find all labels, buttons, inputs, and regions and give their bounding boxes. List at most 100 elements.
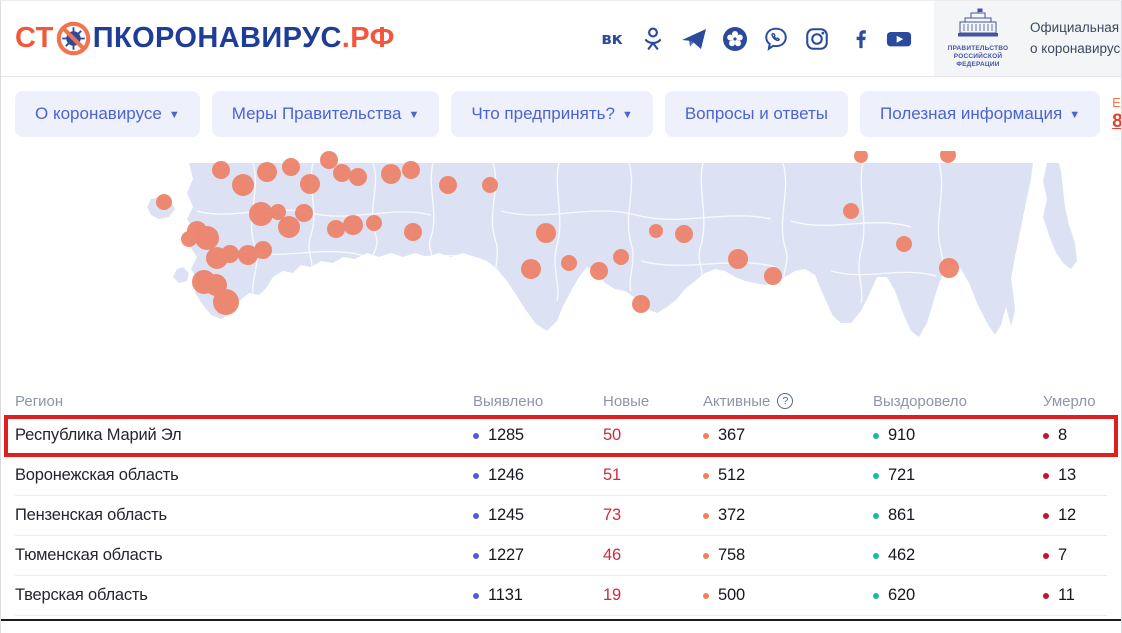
col-header-active: Активные ?	[691, 393, 861, 410]
region-name: Республика Марий Эл	[15, 426, 461, 445]
active-cell: 372	[691, 506, 861, 525]
confirmed-cell: 1285	[461, 426, 591, 445]
confirmed-dot-icon	[473, 433, 479, 439]
col-header-confirmed: Выявлено	[461, 393, 591, 410]
svg-text:вк: вк	[601, 29, 622, 48]
died-dot-icon	[1043, 433, 1049, 439]
table-row[interactable]: Воронежская область 1246 51 512 721 13	[15, 456, 1107, 496]
new-cell: 51	[591, 466, 691, 485]
active-dot-icon	[703, 553, 709, 559]
died-dot-icon	[1043, 473, 1049, 479]
col-header-new: Новые	[591, 393, 691, 410]
region-name: Тюменская область	[15, 546, 461, 565]
active-help-icon[interactable]: ?	[777, 393, 793, 409]
region-name: Воронежская область	[15, 466, 461, 485]
active-dot-icon	[703, 473, 709, 479]
active-dot-icon	[703, 433, 709, 439]
died-cell: 13	[1031, 466, 1107, 485]
recovered-cell: 861	[861, 506, 1031, 525]
nav-item-government-measures[interactable]: Меры Правительства▼	[212, 91, 440, 137]
map-kamchatka	[1043, 163, 1077, 269]
site-logo[interactable]: СТ ПКОРОНАВИРУС.РФ	[15, 20, 395, 57]
map-sakhalin	[1003, 271, 1015, 326]
vk-icon[interactable]: вк	[599, 26, 625, 52]
table-row[interactable]: Тверская область 1131 19 500 620 11	[15, 576, 1107, 616]
new-cell: 73	[591, 506, 691, 525]
confirmed-dot-icon	[473, 513, 479, 519]
main-nav: О коронавирусе▼ Меры Правительства▼ Что …	[1, 77, 1121, 151]
official-info-text: Официальная инф о коронавирусе в	[1030, 18, 1121, 60]
nav-item-useful-info[interactable]: Полезная информация▼	[860, 91, 1100, 137]
map-crimea	[173, 267, 189, 283]
recovered-dot-icon	[873, 433, 879, 439]
hotline-label: Единая горяч	[1112, 95, 1122, 110]
hotline-block: Единая горяч 8-800-200	[1112, 95, 1122, 133]
telegram-icon[interactable]	[681, 26, 707, 52]
new-cell: 19	[591, 586, 691, 605]
recovered-cell: 910	[861, 426, 1031, 445]
active-dot-icon	[703, 593, 709, 599]
viber-icon[interactable]	[763, 26, 789, 52]
died-cell: 7	[1031, 546, 1107, 565]
dzen-icon[interactable]	[722, 26, 748, 52]
confirmed-dot-icon	[473, 593, 479, 599]
chevron-down-icon: ▼	[622, 110, 633, 121]
chevron-down-icon: ▼	[1069, 110, 1080, 121]
active-cell: 367	[691, 426, 861, 445]
recovered-dot-icon	[873, 473, 879, 479]
no-virus-icon	[55, 20, 92, 57]
col-header-recovered: Выздоровело	[861, 393, 1031, 410]
confirmed-cell: 1131	[461, 586, 591, 605]
recovered-dot-icon	[873, 513, 879, 519]
logo-text-prefix: СТ	[15, 22, 54, 55]
emblem-caption-line3: ФЕДЕРАЦИИ	[946, 61, 1010, 69]
social-links: вк	[599, 26, 912, 52]
nav-item-what-to-do[interactable]: Что предпринять?▼	[451, 91, 653, 137]
died-cell: 12	[1031, 506, 1107, 525]
confirmed-cell: 1227	[461, 546, 591, 565]
active-cell: 512	[691, 466, 861, 485]
hotline-phone-link[interactable]: 8-800-200	[1112, 111, 1122, 133]
confirmed-dot-icon	[473, 473, 479, 479]
died-cell: 8	[1031, 426, 1107, 445]
government-emblem: ПРАВИТЕЛЬСТВО РОССИЙСКОЙ ФЕДЕРАЦИИ	[946, 8, 1010, 69]
confirmed-cell: 1246	[461, 466, 591, 485]
table-row[interactable]: Пензенская область 1245 73 372 861 12	[15, 496, 1107, 536]
recovered-cell: 620	[861, 586, 1031, 605]
region-name: Пензенская область	[15, 506, 461, 525]
regions-table: Регион Выявлено Новые Активные ? Выздоро…	[1, 386, 1121, 616]
active-dot-icon	[703, 513, 709, 519]
active-cell: 758	[691, 546, 861, 565]
site-header: СТ ПКОРОНАВИРУС.РФ вк	[1, 1, 1121, 77]
new-cell: 46	[591, 546, 691, 565]
russia-map[interactable]	[1, 151, 1121, 373]
region-name: Тверская область	[15, 586, 461, 605]
facebook-icon[interactable]	[845, 26, 871, 52]
confirmed-cell: 1245	[461, 506, 591, 525]
youtube-icon[interactable]	[886, 26, 912, 52]
table-row[interactable]: Тюменская область 1227 46 758 462 7	[15, 536, 1107, 576]
col-header-died: Умерло	[1031, 393, 1107, 410]
chevron-down-icon: ▼	[408, 110, 419, 121]
died-cell: 11	[1031, 586, 1107, 605]
government-banner[interactable]: ПРАВИТЕЛЬСТВО РОССИЙСКОЙ ФЕДЕРАЦИИ Офици…	[934, 1, 1121, 76]
window-bottom-edge	[1, 619, 1121, 621]
died-dot-icon	[1043, 553, 1049, 559]
table-row[interactable]: Республика Марий Эл 1285 50 367 910 8	[15, 416, 1107, 456]
page: СТ ПКОРОНАВИРУС.РФ вк	[0, 0, 1122, 633]
logo-text-middle: ПКОРОНАВИРУС	[93, 22, 342, 55]
emblem-caption-line1: ПРАВИТЕЛЬСТВО	[946, 45, 1010, 53]
odnoklassniki-icon[interactable]	[640, 26, 666, 52]
table-header-row: Регион Выявлено Новые Активные ? Выздоро…	[15, 386, 1107, 416]
confirmed-dot-icon	[473, 553, 479, 559]
died-dot-icon	[1043, 513, 1049, 519]
emblem-caption-line2: РОССИЙСКОЙ	[946, 53, 1010, 61]
recovered-dot-icon	[873, 593, 879, 599]
new-cell: 50	[591, 426, 691, 445]
nav-item-questions-answers[interactable]: Вопросы и ответы	[665, 91, 848, 137]
nav-item-about-coronavirus[interactable]: О коронавирусе▼	[15, 91, 200, 137]
died-dot-icon	[1043, 593, 1049, 599]
col-header-region: Регион	[15, 393, 461, 410]
instagram-icon[interactable]	[804, 26, 830, 52]
recovered-cell: 462	[861, 546, 1031, 565]
